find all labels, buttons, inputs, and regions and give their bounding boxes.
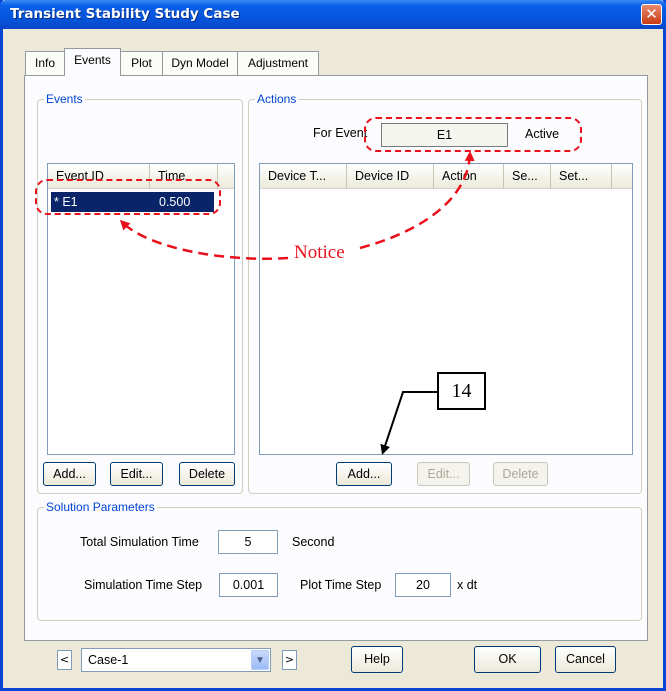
next-case-button[interactable]: > xyxy=(282,650,297,670)
for-event-label: For Event xyxy=(313,126,368,140)
solution-parameters-label: Solution Parameters xyxy=(44,500,157,514)
actions-add-button[interactable]: Add... xyxy=(336,462,392,486)
actions-list[interactable]: Device T... Device ID Action Se... Set..… xyxy=(259,163,633,455)
simulation-time-step-input[interactable]: 0.001 xyxy=(219,573,278,597)
cancel-button[interactable]: Cancel xyxy=(555,646,616,673)
window-title: Transient Stability Study Case xyxy=(10,6,240,22)
chevron-down-icon[interactable]: ▼ xyxy=(251,650,269,670)
ok-button[interactable]: OK xyxy=(474,646,541,673)
close-icon: ✕ xyxy=(645,5,658,23)
column-action[interactable]: Action xyxy=(434,164,504,189)
title-bar[interactable]: Transient Stability Study Case ✕ xyxy=(0,0,666,29)
tab-dyn-model[interactable]: Dyn Model xyxy=(162,51,238,75)
actions-delete-button[interactable]: Delete xyxy=(493,462,548,486)
plot-time-step-input[interactable]: 20 xyxy=(395,573,451,597)
column-device-type[interactable]: Device T... xyxy=(260,164,347,189)
event-highlight-box xyxy=(35,179,221,215)
events-add-button[interactable]: Add... xyxy=(43,462,96,486)
column-setting-value[interactable]: Set... xyxy=(551,164,612,189)
previous-case-button[interactable]: < xyxy=(57,650,72,670)
actions-edit-button[interactable]: Edit... xyxy=(417,462,470,486)
total-simulation-time-label: Total Simulation Time xyxy=(80,535,199,549)
events-group-label: Events xyxy=(44,92,85,106)
chevron-left-icon: < xyxy=(59,653,70,666)
notice-annotation: Notice xyxy=(294,242,345,263)
tab-events[interactable]: Events xyxy=(64,48,121,76)
tab-info[interactable]: Info xyxy=(25,51,65,75)
help-button[interactable]: Help xyxy=(351,646,403,673)
case-select-value: Case-1 xyxy=(88,653,129,667)
solution-parameters-group: Solution Parameters xyxy=(37,500,642,621)
close-button[interactable]: ✕ xyxy=(641,4,662,25)
actions-group-label: Actions xyxy=(255,92,299,106)
column-setting[interactable]: Se... xyxy=(504,164,551,189)
actions-list-header: Device T... Device ID Action Se... Set..… xyxy=(260,164,632,189)
events-delete-button[interactable]: Delete xyxy=(179,462,235,486)
column-device-id[interactable]: Device ID xyxy=(347,164,434,189)
study-case-dialog: Transient Stability Study Case ✕ Info Ev… xyxy=(0,0,666,691)
tab-adjustment[interactable]: Adjustment xyxy=(237,51,319,75)
case-select[interactable]: Case-1 ▼ xyxy=(81,648,271,672)
plot-time-step-label: Plot Time Step xyxy=(300,578,382,592)
total-simulation-time-input[interactable]: 5 xyxy=(218,530,278,554)
chevron-right-icon: > xyxy=(284,653,295,666)
total-time-unit: Second xyxy=(292,535,335,549)
plot-step-unit: x dt xyxy=(457,578,478,592)
simulation-time-step-label: Simulation Time Step xyxy=(84,578,203,592)
tab-plot[interactable]: Plot xyxy=(120,51,163,75)
events-edit-button[interactable]: Edit... xyxy=(110,462,163,486)
for-event-highlight-box xyxy=(364,117,582,152)
callout-14: 14 xyxy=(437,372,486,410)
